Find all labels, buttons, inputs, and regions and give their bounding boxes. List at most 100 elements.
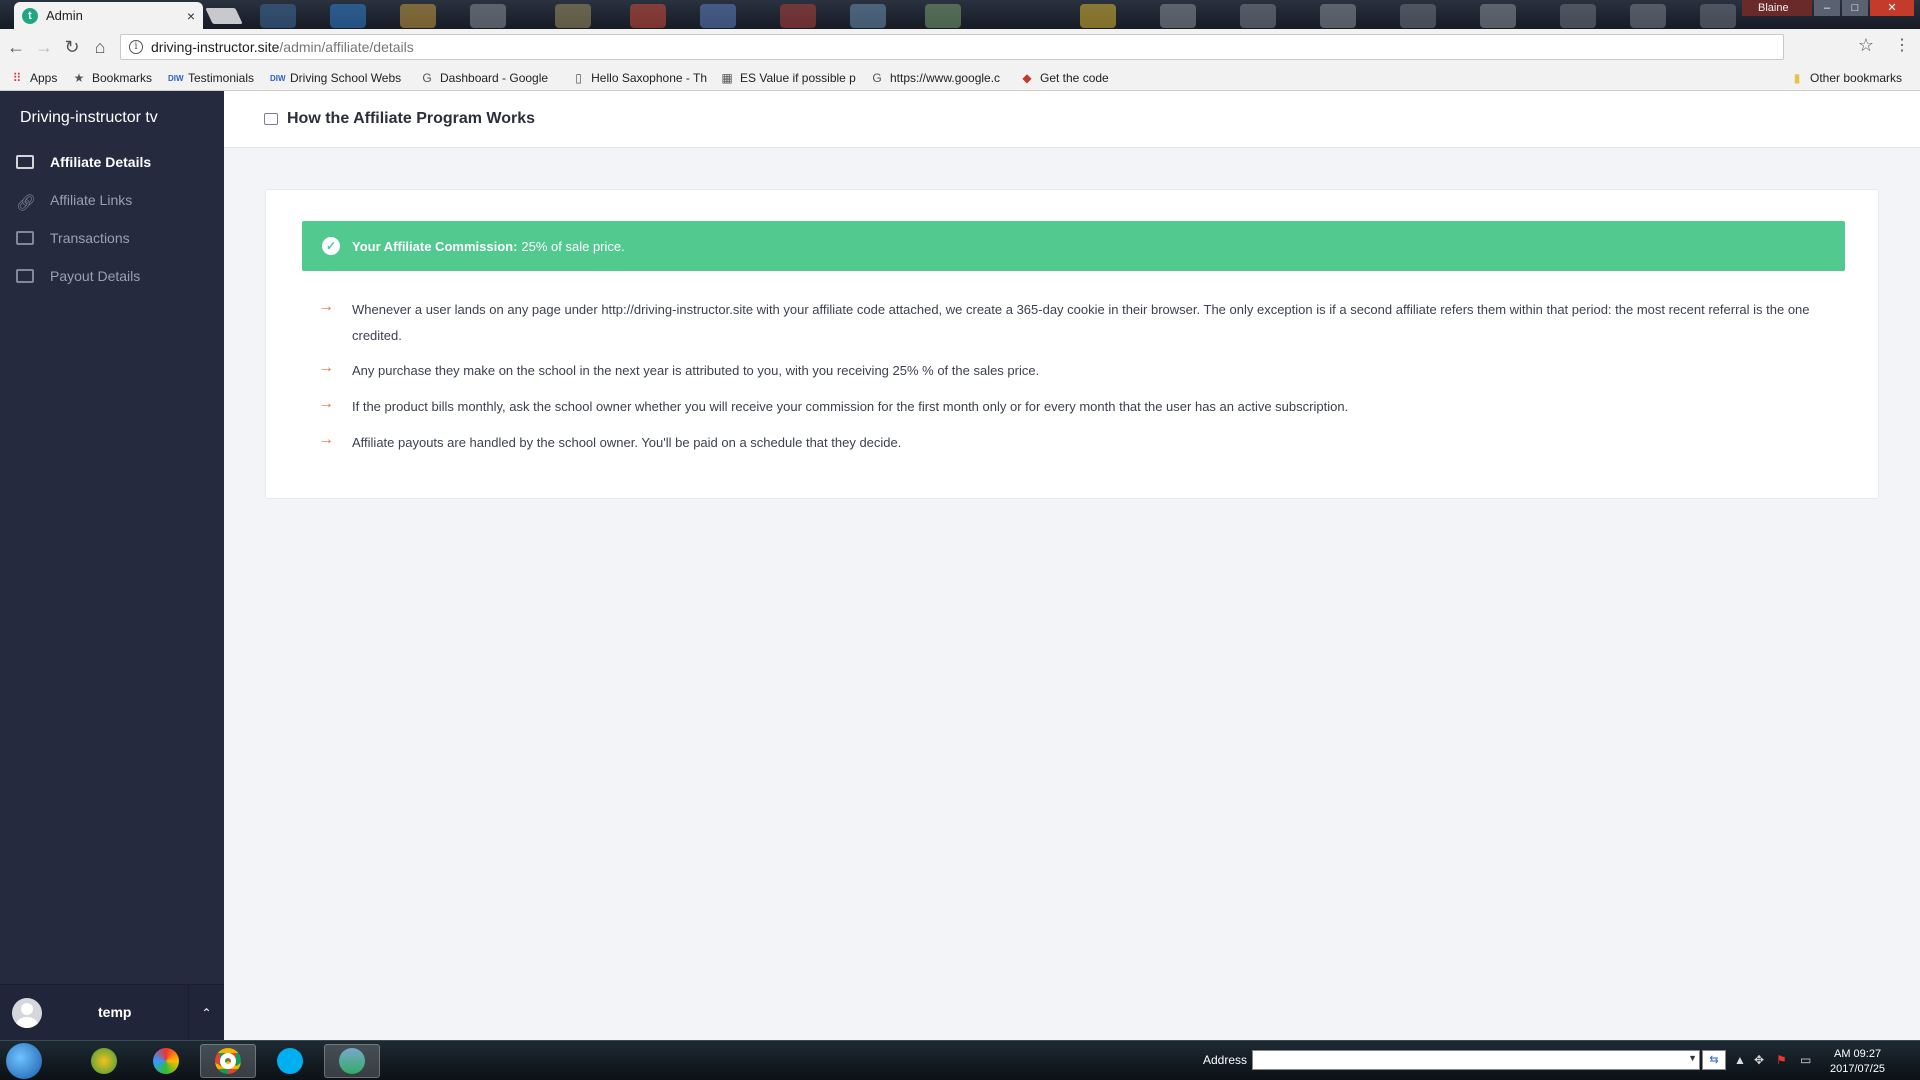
taskbar-app-skype[interactable] [262, 1044, 318, 1078]
site-info-icon[interactable]: i [129, 40, 143, 54]
site-icon: DIW [270, 73, 286, 83]
new-tab-button[interactable] [205, 8, 243, 24]
flag-icon[interactable]: ⚑ [1776, 1053, 1787, 1067]
username: temp [98, 1004, 132, 1020]
address-toolbar-label: Address [1203, 1053, 1248, 1067]
background-window-icon [1400, 4, 1436, 28]
background-window-icon [555, 4, 591, 28]
user-menu[interactable]: temp ⌃ [0, 984, 224, 1041]
address-bar[interactable]: i driving-instructor.site/admin/affiliat… [120, 34, 1784, 60]
star-icon: ★ [73, 71, 85, 85]
taskbar-app[interactable] [138, 1044, 194, 1078]
tab-close-icon[interactable]: × [187, 8, 195, 24]
google-icon: G [872, 71, 882, 85]
sidebar-item-label: Affiliate Details [50, 154, 152, 170]
list-item-text: Any purchase they make on the school in … [352, 363, 1040, 378]
background-window-icon [260, 4, 296, 28]
background-window-icon [400, 4, 436, 28]
affiliate-info-card: ✓ Your Affiliate Commission: 25% of sale… [265, 189, 1879, 499]
bookmark-bookmarks[interactable]: ★ Bookmarks [72, 65, 152, 91]
bookmarks-bar: ⠿ Apps ★ Bookmarks DIW Testimonials DIW Driv… [0, 65, 1920, 91]
system-clock[interactable]: AM 09:27 2017/07/25 [1830, 1047, 1885, 1077]
wallet-icon [16, 269, 34, 283]
background-window-icon [1240, 4, 1276, 28]
reload-icon[interactable]: ↻ [60, 35, 84, 59]
background-window-icon [470, 4, 506, 28]
list-item-text: If the product bills monthly, ask the sc… [352, 399, 1349, 414]
wallet-icon [264, 113, 278, 125]
sidebar-item-affiliate-details[interactable]: Affiliate Details [16, 150, 151, 174]
bookmark-es-value[interactable]: ▦ ES Value if possible p [720, 65, 858, 91]
list-item: → Affiliate payouts are handled by the s… [318, 430, 1818, 456]
chevron-down-icon[interactable]: ▼ [1688, 1053, 1697, 1063]
forward-arrow-icon[interactable]: → [32, 35, 56, 59]
bookmark-label: Testimonials [188, 71, 255, 85]
background-window-icon [630, 4, 666, 28]
window-controls: Blaine – □ ✕ [1742, 0, 1914, 16]
bookmark-star-icon[interactable]: ☆ [1858, 35, 1874, 56]
arrow-right-icon: → [318, 431, 334, 448]
site-icon: ▦ [721, 71, 733, 85]
back-arrow-icon[interactable]: ← [4, 35, 28, 59]
google-icon: G [422, 71, 432, 85]
wallet-icon [16, 155, 34, 169]
other-bookmarks[interactable]: ▮ Other bookmarks [1790, 65, 1902, 91]
bookmark-driving-school[interactable]: DIW Driving School Webs [270, 65, 405, 91]
address-go-button[interactable]: ⇆ [1702, 1050, 1726, 1070]
bookmark-hello-saxophone[interactable]: ▯ Hello Saxophone - Th [572, 65, 707, 91]
bookmark-label: https://www.google.c [890, 71, 1001, 85]
sidebar-item-label: Payout Details [50, 268, 141, 284]
app-icon [339, 1048, 365, 1074]
bookmark-get-the-code[interactable]: ◆ Get the code [1020, 65, 1108, 91]
page-title: How the Affiliate Program Works [287, 110, 536, 127]
bookmark-apps[interactable]: ⠿ Apps [10, 65, 58, 91]
list-item: → Any purchase they make on the school i… [318, 358, 1818, 384]
commission-label: Your Affiliate Commission: [352, 238, 518, 254]
apps-grid-icon: ⠿ [12, 71, 22, 85]
address-toolbar-input[interactable]: ▼ [1252, 1050, 1700, 1070]
code-icon: ◆ [1022, 71, 1032, 85]
start-button[interactable] [6, 1043, 42, 1079]
site-icon: DIW [168, 73, 184, 83]
background-window-icon [780, 4, 816, 28]
background-window-icon [1160, 4, 1196, 28]
bookmark-testimonials[interactable]: DIW Testimonials [168, 65, 254, 91]
background-window-icon [850, 4, 886, 28]
bookmark-label: Driving School Webs [290, 71, 402, 85]
background-window-icon [1560, 4, 1596, 28]
minimize-button[interactable]: – [1814, 0, 1840, 16]
browser-title-bar: t Admin × Blaine – □ ✕ [0, 0, 1920, 29]
taskbar-app[interactable] [324, 1044, 380, 1078]
arrow-right-icon: → [318, 395, 334, 412]
sidebar: Driving-instructor tv Affiliate Details … [0, 91, 224, 1041]
sidebar-item-payout-details[interactable]: Payout Details [16, 264, 140, 288]
browser-tab[interactable]: t Admin × [14, 2, 203, 29]
home-icon[interactable]: ⌂ [88, 35, 112, 59]
bookmark-google-url[interactable]: Ghttps://www.google.c [870, 65, 1008, 91]
url-path: /admin/affiliate/details [279, 39, 414, 55]
chevron-up-icon[interactable]: ⌃ [188, 985, 224, 1041]
list-item-text: Affiliate payouts are handled by the sch… [352, 435, 902, 450]
background-window-icon [1630, 4, 1666, 28]
bookmark-label: Bookmarks [92, 71, 153, 85]
list-item: → If the product bills monthly, ask the … [318, 394, 1818, 420]
background-window-icon [700, 4, 736, 28]
maximize-button[interactable]: □ [1842, 0, 1868, 16]
network-icon[interactable]: ▭ [1800, 1053, 1811, 1067]
bookmark-label: Apps [30, 71, 58, 85]
close-window-button[interactable]: ✕ [1870, 0, 1914, 16]
sidebar-item-transactions[interactable]: Transactions [16, 226, 130, 250]
brand-title[interactable]: Driving-instructor tv [20, 109, 158, 127]
taskbar-app[interactable] [76, 1044, 132, 1078]
taskbar-app-chrome[interactable] [200, 1044, 256, 1078]
dropbox-icon[interactable]: ✥ [1754, 1053, 1764, 1067]
window-user-badge: Blaine [1742, 0, 1812, 16]
list-item: → Whenever a user lands on any page unde… [318, 297, 1818, 349]
sidebar-item-affiliate-links[interactable]: 🔗︎ Affiliate Links [16, 188, 132, 212]
bookmark-dashboard-google[interactable]: G Dashboard - Google [420, 65, 555, 91]
commission-value: 25% of sale price. [521, 238, 625, 254]
browser-menu-icon[interactable]: ⋮ [1894, 35, 1910, 55]
tray-expand-icon[interactable]: ▲ [1734, 1053, 1746, 1067]
background-window-icon [1080, 4, 1116, 28]
link-icon: 🔗︎ [16, 195, 37, 212]
